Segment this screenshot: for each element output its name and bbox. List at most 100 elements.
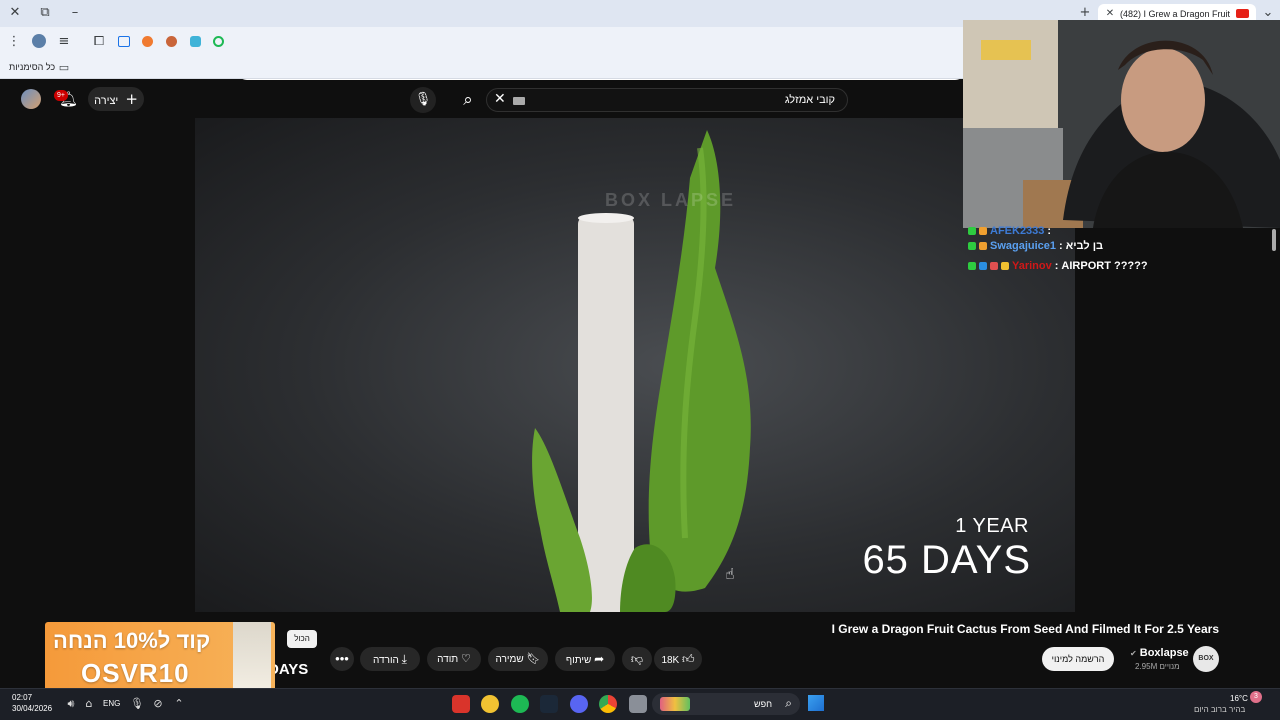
- more-actions-button[interactable]: •••: [330, 647, 354, 671]
- sponsor-ad-banner[interactable]: קוד ל10% הנחה OSVR10: [45, 622, 275, 694]
- download-button[interactable]: הורדה ⤓: [360, 647, 420, 671]
- chat-text: בן לביא: [1065, 240, 1104, 252]
- youtube-favicon-icon: [1236, 9, 1249, 18]
- taskbar-search[interactable]: חפש ⌕: [652, 693, 800, 715]
- network-icon[interactable]: ⌂: [81, 696, 97, 712]
- voice-search-button[interactable]: 🎙︎: [410, 87, 436, 113]
- windows-start-icon[interactable]: [808, 695, 824, 711]
- extension-avatar-icon[interactable]: [166, 36, 177, 47]
- video-player[interactable]: BOX LAPSE 1 YEAR 65 DAYS: [195, 118, 1075, 612]
- create-button[interactable]: יצירה +: [88, 87, 144, 111]
- camera-off-icon[interactable]: ⊘: [150, 696, 166, 712]
- chat-message: AFEK2333 :: [968, 226, 1268, 236]
- thumbs-up-icon: 👍︎: [682, 652, 695, 666]
- chat-scrollbar[interactable]: [1272, 229, 1276, 251]
- channel-avatar[interactable]: BOX: [1193, 646, 1219, 672]
- discord-icon[interactable]: [570, 695, 588, 713]
- chat-message: Yarinov : AIRPORT ?????: [968, 256, 1268, 276]
- video-caption-year: 1 YEAR: [955, 515, 1029, 537]
- spotify-icon[interactable]: [511, 695, 529, 713]
- share-button[interactable]: שיתוף ➦: [555, 647, 615, 671]
- stream-chat-overlay: AFEK2333 : Swagajuice1 : בן לביא Yarinov…: [968, 226, 1268, 278]
- search-highlight-icon: [660, 697, 690, 711]
- tray-chevron-up-icon[interactable]: ⌃: [171, 696, 187, 712]
- weather-temperature[interactable]: 16°C: [1230, 694, 1248, 703]
- chat-username: Yarinov: [1012, 260, 1052, 272]
- clock-date[interactable]: 30/04/2026: [12, 704, 52, 713]
- taskbar-search-icon: ⌕: [785, 696, 792, 710]
- steam-icon[interactable]: [540, 695, 558, 713]
- notification-count-badge[interactable]: 3: [1250, 691, 1262, 703]
- minimize-window-icon[interactable]: –: [67, 5, 83, 21]
- wall-painting: [963, 20, 1058, 140]
- search-query-text: קובי אמזלג: [784, 94, 835, 106]
- chat-username: AFEK2333: [990, 226, 1045, 236]
- dislike-button[interactable]: 👎︎: [622, 647, 652, 671]
- thanks-button[interactable]: תודה ♡: [427, 647, 481, 671]
- input-language[interactable]: ENG: [103, 699, 120, 708]
- video-title: I Grew a Dragon Fruit Cactus From Seed A…: [831, 622, 1219, 636]
- search-button[interactable]: ⌕: [452, 86, 484, 114]
- telegram-app-icon[interactable]: [452, 695, 470, 713]
- plus-icon: +: [125, 90, 138, 108]
- extension-grammarly-icon[interactable]: [213, 36, 224, 47]
- volume-icon[interactable]: 🔊︎: [63, 696, 79, 712]
- chat-badge-icon: [979, 242, 987, 250]
- chat-badge-icon: [1001, 262, 1009, 270]
- chat-colon: :: [1054, 260, 1059, 272]
- channel-name-text: Boxlapse: [1139, 647, 1189, 659]
- subscribe-button[interactable]: הרשמה למינוי: [1042, 647, 1114, 671]
- search-input[interactable]: ✕ קובי אמזלג: [486, 88, 848, 112]
- channel-name[interactable]: ✔ Boxlapse: [1130, 647, 1189, 659]
- tab-search-chevron-icon[interactable]: ⌄: [1260, 5, 1276, 21]
- share-arrow-icon: ➦: [594, 652, 605, 666]
- ad-headline: קוד ל10% הנחה: [53, 628, 211, 653]
- all-filter-chip[interactable]: הכול: [287, 630, 317, 648]
- browser-menu-icon[interactable]: ⋮: [6, 34, 22, 50]
- download-icon: ⤓: [401, 652, 407, 666]
- close-window-icon[interactable]: ✕: [7, 5, 23, 21]
- file-explorer-icon[interactable]: [629, 695, 647, 713]
- chat-badge-icon: [990, 262, 998, 270]
- save-button[interactable]: שמירה 🔖︎: [488, 647, 548, 671]
- restore-window-icon[interactable]: ⧉: [37, 5, 53, 21]
- clear-search-icon[interactable]: ✕: [494, 91, 506, 107]
- like-button[interactable]: 18K 👍︎: [654, 647, 702, 671]
- folder-icon: ▭: [58, 61, 70, 74]
- keyboard-icon[interactable]: [513, 97, 525, 105]
- more-dots-icon: •••: [335, 651, 349, 666]
- microphone-icon: 🎙︎: [414, 92, 432, 107]
- search-icon: ⌕: [463, 90, 473, 110]
- thanks-label: תודה: [437, 654, 459, 665]
- tab-capture-extension-icon[interactable]: [118, 36, 130, 47]
- all-bookmarks-link[interactable]: כל הסימניות: [9, 62, 55, 72]
- chat-badge-icon: [979, 262, 987, 270]
- ad-promo-code: OSVR10: [81, 658, 190, 688]
- notification-count-badge: 9+: [54, 90, 68, 101]
- chrome-icon[interactable]: [599, 695, 617, 713]
- subscriber-count: 2.95M מנויים: [1135, 662, 1180, 671]
- app-icon[interactable]: [481, 695, 499, 713]
- chat-badge-icon: [968, 242, 976, 250]
- chat-badge-icon: [979, 227, 987, 235]
- chat-text: AIRPORT ?????: [1061, 260, 1148, 272]
- save-label: שמירה: [495, 654, 524, 665]
- account-avatar[interactable]: [21, 89, 41, 109]
- extension-orange-icon[interactable]: [142, 36, 153, 47]
- streamer-face: [1121, 48, 1205, 152]
- share-label: שיתוף: [565, 655, 592, 666]
- extension-translate-icon[interactable]: [190, 36, 201, 47]
- taskbar-search-placeholder: חפש: [754, 699, 772, 709]
- new-tab-icon[interactable]: +: [1077, 5, 1093, 21]
- video-caption-days: 65 DAYS: [862, 538, 1031, 582]
- download-label: הורדה: [373, 655, 399, 666]
- microphone-tray-icon[interactable]: 🎙︎: [129, 696, 145, 712]
- reading-list-icon[interactable]: ≡: [56, 34, 72, 50]
- verified-icon: ✔: [1130, 649, 1137, 658]
- plant-support-pole: [578, 216, 634, 612]
- thanks-heart-icon: ♡: [461, 652, 471, 665]
- mouse-cursor-hand-icon: ☝︎: [725, 565, 735, 583]
- extensions-icon[interactable]: ⧠: [91, 34, 107, 50]
- profile-avatar-icon[interactable]: [32, 34, 46, 48]
- clock-time[interactable]: 02:07: [12, 693, 32, 702]
